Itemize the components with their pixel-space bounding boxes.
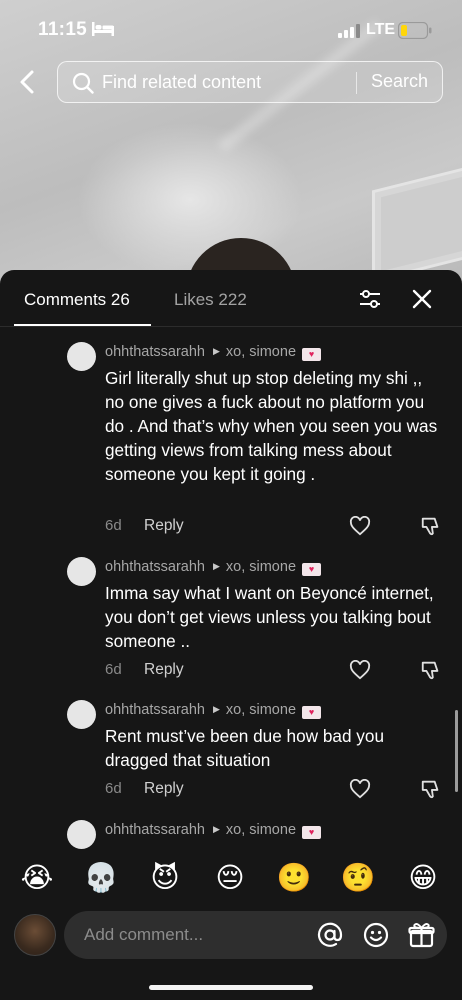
reply-arrow-icon: ▶ (212, 704, 220, 714)
user-avatar[interactable] (14, 914, 56, 956)
heart-outline-icon[interactable] (349, 516, 371, 536)
status-bar: 11:15 LTE (0, 0, 462, 60)
reply-arrow-icon: ▶ (212, 346, 220, 356)
commenter-username[interactable]: ohhthatssarahh (105, 559, 205, 575)
search-icon (72, 72, 94, 94)
reply-to-username[interactable]: xo, simone (226, 559, 296, 575)
reply-to-username[interactable]: xo, simone (226, 822, 296, 838)
scrollbar-thumb[interactable] (455, 710, 458, 792)
reply-to-username[interactable]: xo, simone (226, 702, 296, 718)
comment-text: Girl literally shut up stop deleting my … (105, 368, 438, 484)
comment-age: 6d (105, 780, 122, 797)
comment-age: 6d (105, 661, 122, 678)
comment-input-wrapper[interactable] (64, 911, 447, 959)
comment-header: ohhthatssarahh ▶ xo, simone ♥ (105, 344, 322, 361)
tab-likes[interactable]: Likes 222 (174, 290, 247, 310)
reply-button[interactable]: Reply (144, 517, 184, 535)
emoji-slight-smile[interactable]: 🙂 (276, 862, 312, 894)
comment-text: Rent must’ve been due how bad you dragge… (105, 726, 385, 770)
mention-icon[interactable] (317, 922, 343, 948)
battery-icon (398, 22, 432, 39)
reply-button[interactable]: Reply (144, 661, 184, 679)
thumbs-down-icon[interactable] (420, 515, 442, 537)
reply-arrow-icon: ▶ (212, 824, 220, 834)
back-arrow-icon[interactable] (14, 66, 44, 98)
thumbs-down-icon[interactable] (420, 659, 442, 681)
heart-outline-icon[interactable] (349, 779, 371, 799)
status-time: 11:15 (38, 19, 88, 40)
thumbs-down-icon[interactable] (420, 778, 442, 800)
filter-icon[interactable] (358, 287, 382, 311)
heart-letter-icon: ♥ (302, 348, 322, 361)
emoji-pensive[interactable]: 😔 (212, 862, 248, 894)
comment-age: 6d (105, 517, 122, 534)
comments-panel: Comments 26 Likes 222 ohhthatssarahh ▶ xo,… (0, 270, 462, 1000)
tab-comments[interactable]: Comments 26 (24, 290, 130, 310)
search-button[interactable]: Search (371, 71, 428, 92)
reply-to-username[interactable]: xo, simone (226, 344, 296, 360)
search-bar[interactable]: Search (57, 61, 443, 103)
heart-letter-icon: ♥ (302, 563, 322, 576)
comment-header: ohhthatssarahh ▶ xo, simone ♥ (105, 822, 322, 839)
close-icon[interactable] (410, 287, 434, 311)
emoji-grin[interactable]: 😁 (405, 862, 441, 894)
emoji-raised-eyebrow[interactable]: 🤨 (340, 862, 376, 894)
comment-input[interactable] (84, 911, 304, 959)
search-divider (356, 72, 357, 94)
home-indicator[interactable] (149, 985, 313, 990)
cellular-signal-icon (338, 24, 360, 38)
sleep-mode-icon (92, 22, 114, 36)
comment-header: ohhthatssarahh ▶ xo, simone ♥ (105, 702, 322, 719)
commenter-avatar[interactable] (67, 700, 96, 729)
ceiling-vent (372, 165, 462, 283)
gift-icon[interactable] (408, 921, 435, 948)
emoji-devil[interactable]: 😈 (147, 862, 183, 894)
commenter-username[interactable]: ohhthatssarahh (105, 822, 205, 838)
emoji-picker-icon[interactable] (363, 922, 389, 948)
comment-header: ohhthatssarahh ▶ xo, simone ♥ (105, 559, 322, 576)
heart-outline-icon[interactable] (349, 660, 371, 680)
comment-text: Imma say what I want on Beyoncé internet… (105, 583, 434, 651)
heart-letter-icon: ♥ (302, 706, 322, 719)
tabs-divider (0, 326, 462, 327)
commenter-username[interactable]: ohhthatssarahh (105, 702, 205, 718)
reply-arrow-icon: ▶ (212, 561, 220, 571)
emoji-skull[interactable]: 💀 (83, 862, 119, 894)
network-type: LTE (366, 21, 396, 38)
emoji-crying[interactable]: 😭 (19, 862, 55, 894)
commenter-avatar[interactable] (67, 342, 96, 371)
heart-letter-icon: ♥ (302, 826, 322, 839)
commenter-avatar[interactable] (67, 557, 96, 586)
emoji-quick-row: 😭 💀 😈 😔 🙂 🤨 😁 (0, 854, 462, 904)
commenter-avatar[interactable] (67, 820, 96, 849)
search-input[interactable] (102, 62, 342, 102)
commenter-username[interactable]: ohhthatssarahh (105, 344, 205, 360)
reply-button[interactable]: Reply (144, 780, 184, 798)
